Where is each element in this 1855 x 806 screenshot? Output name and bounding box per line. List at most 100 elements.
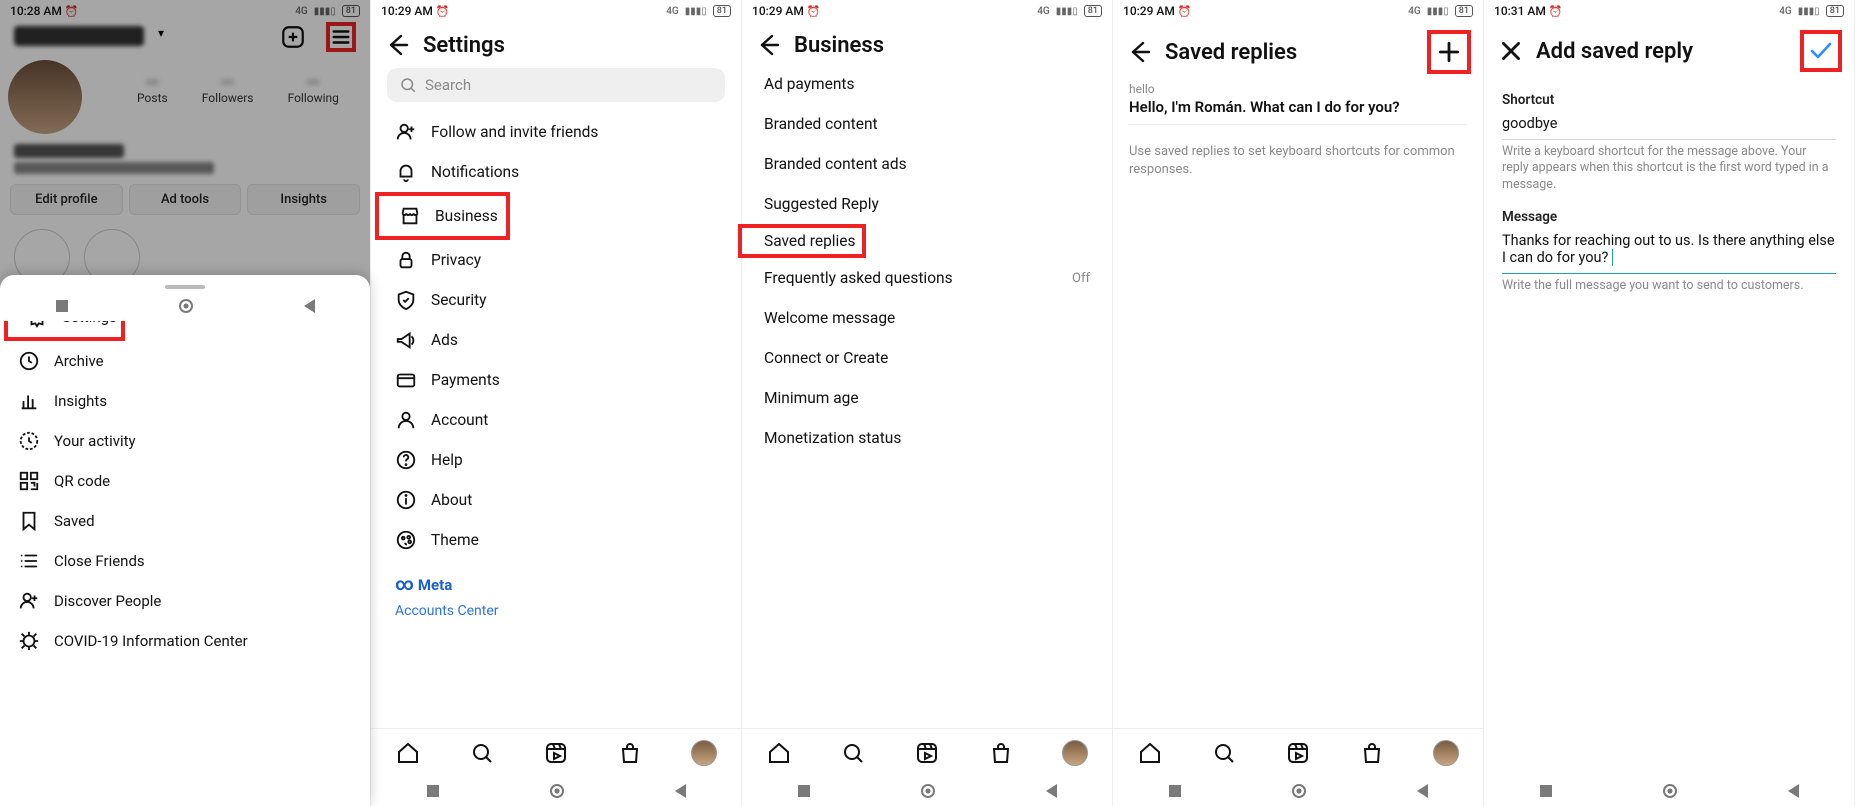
- nav-reels[interactable]: [1285, 740, 1311, 766]
- android-system-nav: [0, 291, 370, 321]
- menu-saved[interactable]: Saved: [0, 501, 370, 541]
- business-branded-content[interactable]: Branded content: [742, 104, 1112, 144]
- back-button[interactable]: [675, 784, 686, 798]
- settings-label: Notifications: [431, 163, 519, 181]
- item-label: Branded content ads: [764, 155, 907, 173]
- saved-reply-row[interactable]: hello Hello, I'm Román. What can I do fo…: [1113, 78, 1483, 135]
- nav-reels[interactable]: [543, 740, 569, 766]
- back-button[interactable]: [1788, 784, 1799, 798]
- nav-profile[interactable]: [691, 740, 717, 766]
- nav-search[interactable]: [840, 740, 866, 766]
- settings-payments[interactable]: Payments: [375, 360, 737, 400]
- business-ad-payments[interactable]: Ad payments: [742, 64, 1112, 104]
- home-button[interactable]: [550, 784, 564, 798]
- settings-security[interactable]: Security: [375, 280, 737, 320]
- recent-apps-button[interactable]: [798, 785, 810, 797]
- settings-ads[interactable]: Ads: [375, 320, 737, 360]
- back-button[interactable]: [383, 30, 413, 60]
- add-reply-button[interactable]: [1427, 30, 1471, 74]
- item-label: Saved replies: [764, 232, 856, 250]
- add-reply-header: Add saved reply: [1484, 22, 1854, 76]
- bottom-nav: [1113, 728, 1483, 776]
- nav-shop[interactable]: [988, 740, 1014, 766]
- text-cursor: [1608, 249, 1613, 266]
- settings-theme[interactable]: Theme: [375, 520, 737, 560]
- signal-icon: ▮▮▮▯: [1798, 6, 1820, 17]
- menu-label: QR code: [54, 472, 110, 490]
- business-suggested-reply[interactable]: Suggested Reply: [742, 184, 1112, 224]
- menu-close-friends[interactable]: Close Friends: [0, 541, 370, 581]
- business-monetization[interactable]: Monetization status: [742, 418, 1112, 458]
- alarm-icon: ⏰: [1178, 5, 1192, 18]
- back-button[interactable]: [304, 299, 315, 313]
- nav-search[interactable]: [469, 740, 495, 766]
- settings-about[interactable]: About: [375, 480, 737, 520]
- message-input[interactable]: Thanks for reaching out to us. Is there …: [1502, 225, 1836, 274]
- nav-home[interactable]: [766, 740, 792, 766]
- recent-apps-button[interactable]: [56, 300, 68, 312]
- nav-profile[interactable]: [1062, 740, 1088, 766]
- home-button[interactable]: [1663, 784, 1677, 798]
- menu-discover[interactable]: Discover People: [0, 581, 370, 621]
- business-connect[interactable]: Connect or Create: [742, 338, 1112, 378]
- sheet-drag-handle[interactable]: [165, 285, 205, 289]
- close-button[interactable]: [1496, 36, 1526, 66]
- settings-label: Business: [435, 207, 498, 225]
- menu-archive[interactable]: Archive: [0, 341, 370, 381]
- home-button[interactable]: [1292, 784, 1306, 798]
- nav-home[interactable]: [1137, 740, 1163, 766]
- settings-list: Follow and invite friends Notifications …: [371, 112, 741, 560]
- android-system-nav: [742, 776, 1112, 806]
- menu-label: Saved: [54, 512, 95, 530]
- back-button[interactable]: [754, 30, 784, 60]
- menu-covid[interactable]: COVID-19 Information Center: [0, 621, 370, 661]
- nav-shop[interactable]: [1359, 740, 1385, 766]
- recent-apps-button[interactable]: [1540, 785, 1552, 797]
- home-button[interactable]: [921, 784, 935, 798]
- back-button[interactable]: [1046, 784, 1057, 798]
- menu-qr[interactable]: QR code: [0, 461, 370, 501]
- accounts-center-link[interactable]: Accounts Center: [395, 603, 717, 619]
- business-faq[interactable]: Frequently asked questionsOff: [742, 258, 1112, 298]
- settings-notifications[interactable]: Notifications: [375, 152, 737, 192]
- nav-home[interactable]: [395, 740, 421, 766]
- shortcut-input[interactable]: [1502, 108, 1836, 140]
- alarm-icon: ⏰: [1549, 5, 1563, 18]
- android-system-nav: [371, 776, 741, 806]
- page-title: Add saved reply: [1536, 39, 1693, 64]
- settings-search[interactable]: Search: [387, 68, 725, 102]
- back-button[interactable]: [1125, 37, 1155, 67]
- settings-help[interactable]: Help: [375, 440, 737, 480]
- status-bar: 10:29 AM⏰ 4G▮▮▮▯81: [1113, 0, 1483, 22]
- add-person-icon: [18, 590, 40, 612]
- back-button[interactable]: [1417, 784, 1428, 798]
- bookmark-icon: [18, 510, 40, 532]
- business-branded-ads[interactable]: Branded content ads: [742, 144, 1112, 184]
- menu-activity[interactable]: Your activity: [0, 421, 370, 461]
- business-welcome[interactable]: Welcome message: [742, 298, 1112, 338]
- settings-account[interactable]: Account: [375, 400, 737, 440]
- list-icon: [18, 550, 40, 572]
- item-label: Welcome message: [764, 309, 895, 327]
- recent-apps-button[interactable]: [427, 785, 439, 797]
- business-minage[interactable]: Minimum age: [742, 378, 1112, 418]
- menu-label: COVID-19 Information Center: [54, 632, 248, 650]
- menu-label: Discover People: [54, 592, 161, 610]
- home-button[interactable]: [179, 299, 193, 313]
- settings-header: Settings: [371, 22, 741, 64]
- nav-shop[interactable]: [617, 740, 643, 766]
- menu-insights[interactable]: Insights: [0, 381, 370, 421]
- settings-business[interactable]: Business: [375, 192, 510, 240]
- nav-profile[interactable]: [1433, 740, 1459, 766]
- settings-privacy[interactable]: Privacy: [375, 240, 737, 280]
- screen-business: 10:29 AM⏰ 4G▮▮▮▯81 Business Ad payments …: [742, 0, 1113, 806]
- recent-apps-button[interactable]: [1169, 785, 1181, 797]
- nav-reels[interactable]: [914, 740, 940, 766]
- nav-search[interactable]: [1211, 740, 1237, 766]
- network-icon: 4G: [1408, 6, 1421, 17]
- item-trailing: Off: [1072, 271, 1090, 286]
- business-saved-replies[interactable]: Saved replies: [738, 224, 866, 258]
- bottom-nav: [371, 728, 741, 776]
- settings-follow-invite[interactable]: Follow and invite friends: [375, 112, 737, 152]
- confirm-button[interactable]: [1800, 30, 1842, 72]
